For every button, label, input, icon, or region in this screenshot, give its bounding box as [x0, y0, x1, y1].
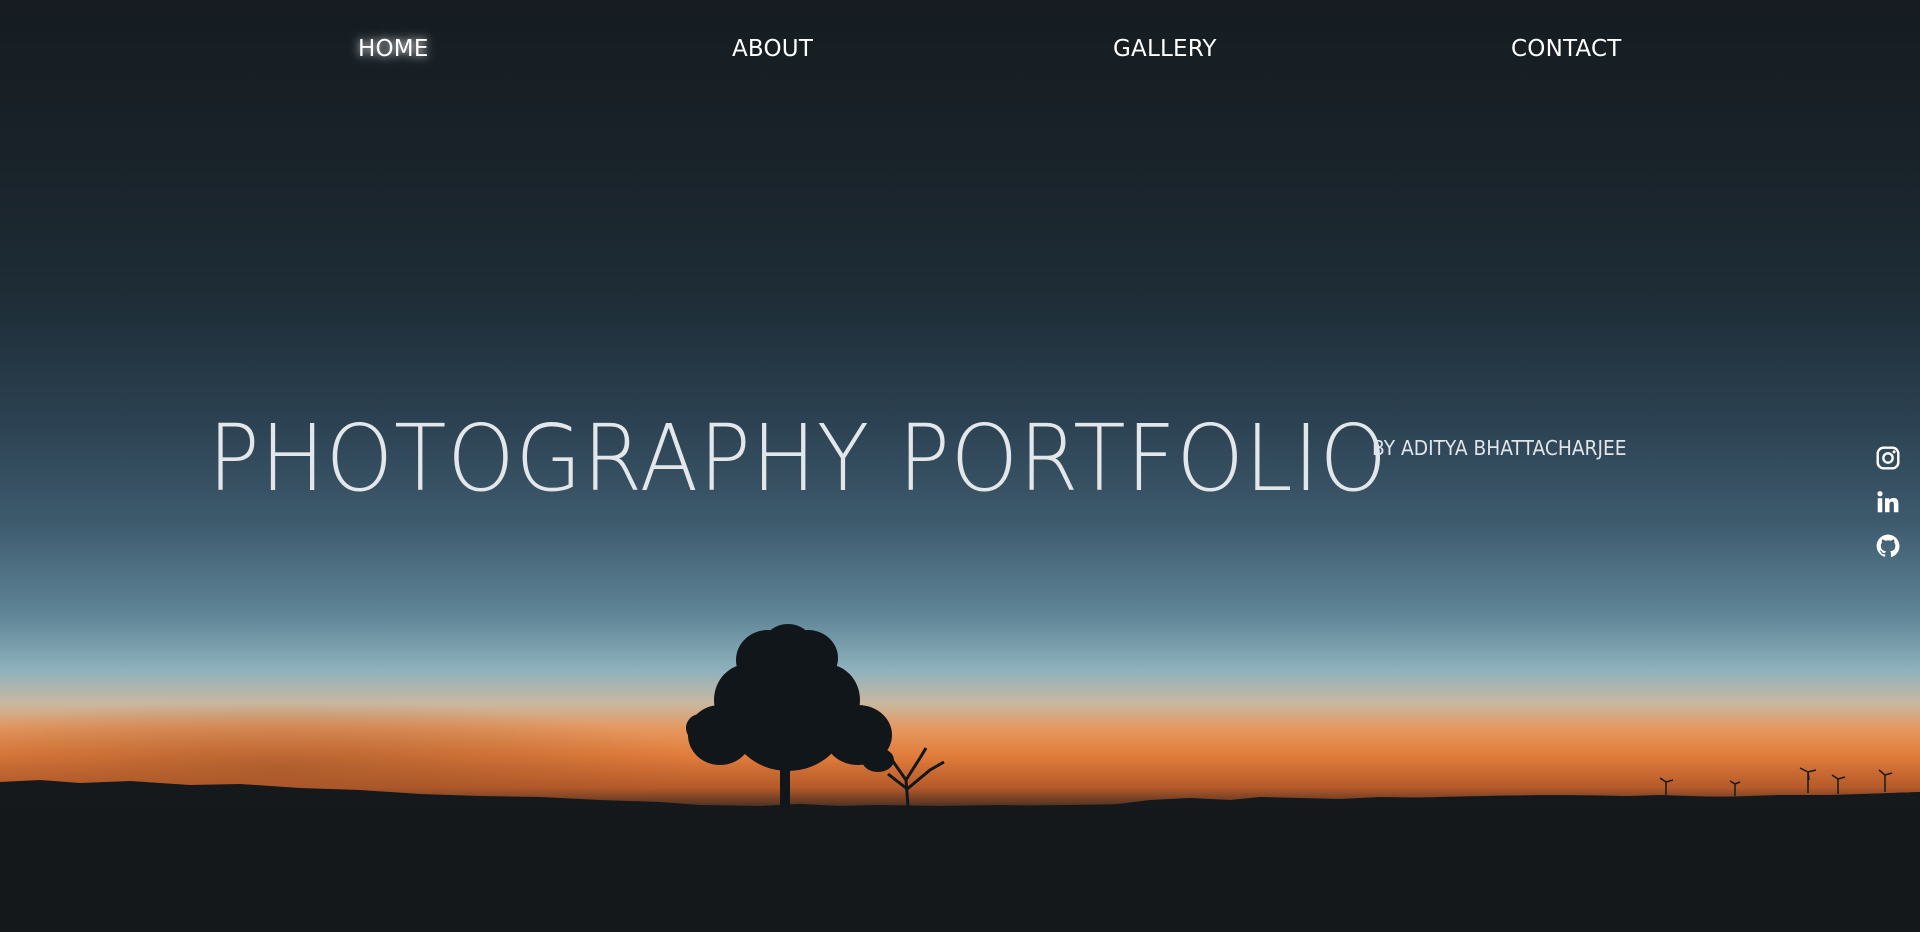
small-tree-silhouette: [884, 747, 945, 807]
treeline-silhouette: [0, 780, 1920, 810]
nav-item-about[interactable]: ABOUT: [732, 36, 813, 62]
author-subtitle: BY ADITYA BHATTACHARJEE: [1372, 436, 1627, 460]
social-links: [1875, 445, 1903, 577]
instagram-icon: [1876, 446, 1900, 470]
hero-section: HOME ABOUT GALLERY CONTACT PHOTOGRAPHY P…: [0, 0, 1920, 932]
wind-turbines: [1659, 767, 1893, 798]
instagram-link[interactable]: [1875, 445, 1903, 473]
nav-item-home[interactable]: HOME: [358, 36, 429, 62]
nav-item-gallery[interactable]: GALLERY: [1113, 36, 1217, 62]
github-icon: [1876, 534, 1900, 557]
main-nav: HOME ABOUT GALLERY CONTACT: [0, 36, 1920, 72]
linkedin-icon: [1877, 491, 1899, 513]
page-title: PHOTOGRAPHY PORTFOLIO: [208, 405, 1388, 512]
github-link[interactable]: [1875, 533, 1903, 561]
linkedin-link[interactable]: [1875, 489, 1903, 517]
nav-item-contact[interactable]: CONTACT: [1511, 36, 1621, 62]
tree-silhouette: [686, 624, 894, 808]
